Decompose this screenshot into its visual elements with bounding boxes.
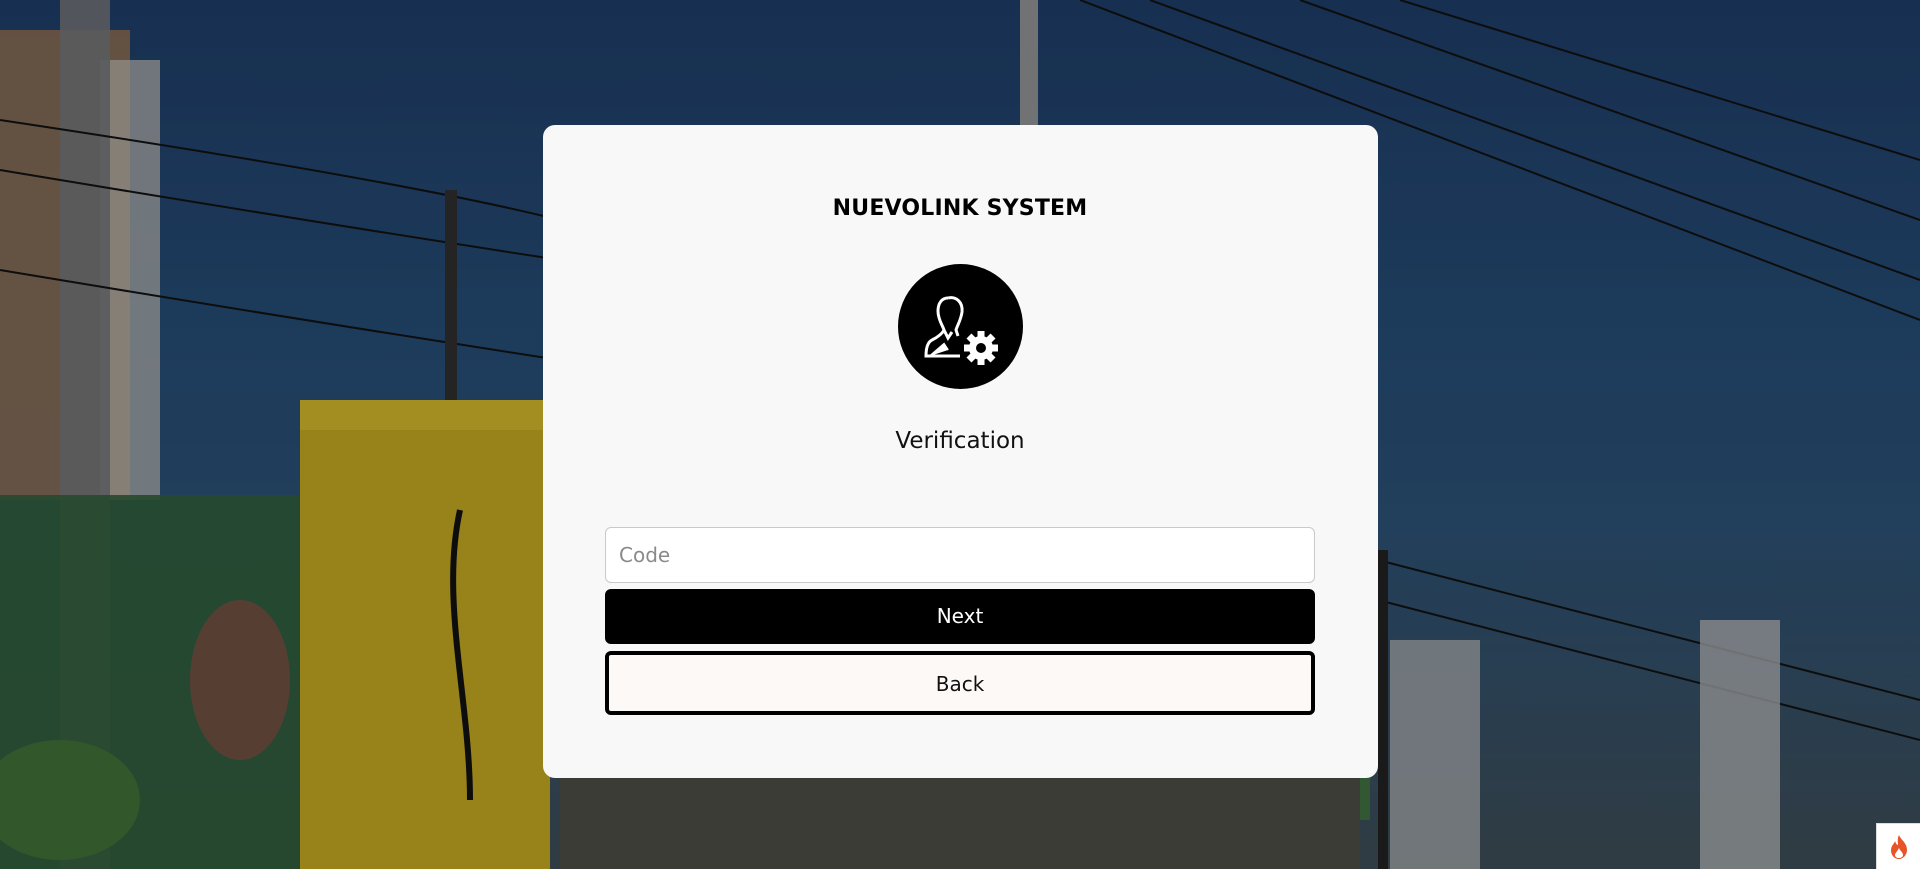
back-button[interactable]: Back [605,651,1315,715]
next-button[interactable]: Next [605,589,1315,644]
flame-badge[interactable] [1876,823,1920,869]
user-gear-icon [898,264,1023,389]
flame-icon [1891,835,1907,859]
app-title: NUEVOLINK SYSTEM [832,196,1088,221]
page-subtitle: Verification [895,428,1025,454]
code-input[interactable] [605,527,1315,583]
